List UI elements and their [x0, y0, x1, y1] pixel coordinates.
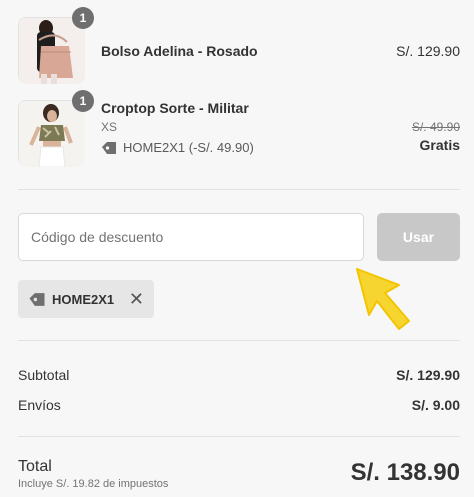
applied-discount-chip: HOME2X1 ✕ [18, 280, 154, 318]
shipping-value: S/. 9.00 [411, 397, 460, 413]
product-croptop-icon [19, 101, 85, 167]
total-value: S/. 138.90 [350, 459, 460, 486]
tag-icon [29, 292, 45, 306]
subtotal-label: Subtotal [18, 367, 70, 383]
tax-note: Incluye S/. 19.82 de impuestos [18, 478, 169, 490]
product-price: Gratis [419, 137, 460, 153]
product-price: S/. 129.90 [396, 43, 460, 59]
cart-item: 1 Bolso Adelina - Rosado S/. 129.90 [18, 7, 460, 84]
remove-discount-icon[interactable]: ✕ [129, 290, 144, 308]
product-thumbnail: 1 [18, 7, 94, 84]
shipping-label: Envíos [18, 397, 61, 413]
total-label: Total [18, 458, 52, 475]
item-discount-label: HOME2X1 (-S/. 49.90) [123, 140, 254, 155]
tag-icon [102, 141, 116, 154]
applied-code-label: HOME2X1 [52, 291, 115, 307]
quantity-badge: 1 [72, 90, 94, 112]
product-name: Croptop Sorte - Militar [101, 100, 249, 116]
cart-item: 1 Croptop Sorte - Militar XS HOME2X1 (-S… [18, 90, 460, 167]
product-name: Bolso Adelina - Rosado [101, 43, 258, 59]
quantity-badge: 1 [72, 7, 94, 29]
apply-discount-button[interactable]: Usar [377, 213, 460, 261]
product-variant: XS [101, 120, 118, 134]
subtotal-value: S/. 129.90 [396, 367, 460, 383]
original-price: S/. 49.90 [411, 120, 460, 134]
divider [18, 436, 460, 437]
product-thumbnail: 1 [18, 90, 94, 167]
discount-code-input[interactable] [18, 213, 364, 261]
divider [18, 189, 460, 190]
product-bag-icon [19, 18, 85, 84]
divider [18, 340, 460, 341]
item-discount: HOME2X1 (-S/. 49.90) [101, 140, 254, 155]
pointer-cursor-icon [356, 268, 410, 330]
